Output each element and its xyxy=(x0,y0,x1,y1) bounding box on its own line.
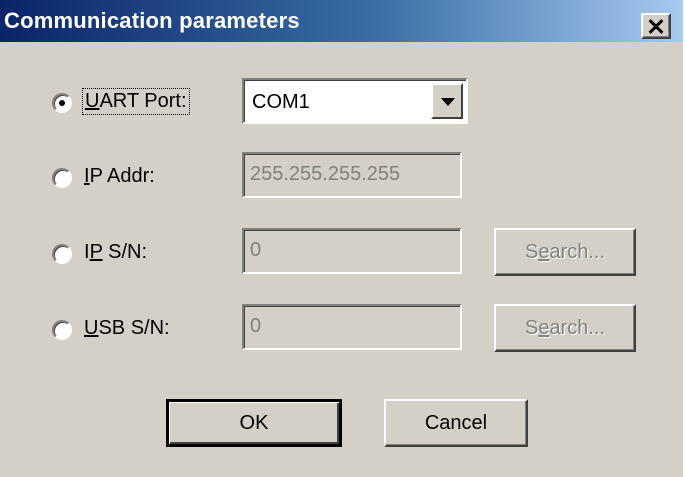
ip-sn-search-button[interactable]: Search... xyxy=(494,228,636,276)
ip-sn-row: IP S/N: 0 Search... xyxy=(0,228,686,288)
dialog-title: Communication parameters xyxy=(4,8,300,33)
uart-port-row: UART Port: COM1 xyxy=(0,76,686,136)
usb-sn-value: 0 xyxy=(250,315,262,337)
ip-addr-value: 255.255.255.255 xyxy=(250,163,401,185)
chevron-down-icon xyxy=(441,98,455,106)
ip-addr-row: IP Addr: 255.255.255.255 xyxy=(0,152,686,212)
usb-sn-field[interactable]: 0 xyxy=(242,304,462,350)
dropdown-button[interactable] xyxy=(431,83,463,119)
usb-sn-search-button[interactable]: Search... xyxy=(494,304,636,352)
ok-button[interactable]: OK xyxy=(166,399,342,447)
ip-addr-field[interactable]: 255.255.255.255 xyxy=(242,152,462,198)
ip-addr-label[interactable]: IP Addr: xyxy=(84,165,155,188)
radio-selected-dot xyxy=(59,100,65,106)
usb-sn-radio[interactable] xyxy=(52,320,72,340)
close-icon[interactable] xyxy=(641,13,671,39)
ip-sn-label[interactable]: IP S/N: xyxy=(84,241,147,264)
ip-sn-radio[interactable] xyxy=(52,244,72,264)
com-port-value: COM1 xyxy=(252,91,310,113)
uart-port-label[interactable]: UART Port: xyxy=(82,88,190,115)
title-bar[interactable]: Communication parameters xyxy=(0,0,683,42)
ip-addr-radio[interactable] xyxy=(52,168,72,188)
uart-port-radio[interactable] xyxy=(52,93,72,113)
cancel-button[interactable]: Cancel xyxy=(384,399,528,447)
usb-sn-label[interactable]: USB S/N: xyxy=(84,317,170,340)
usb-sn-row: USB S/N: 0 Search... xyxy=(0,304,686,364)
ip-sn-value: 0 xyxy=(250,239,262,261)
communication-parameters-dialog: Communication parameters UART Port: COM1… xyxy=(0,0,686,477)
ip-sn-field[interactable]: 0 xyxy=(242,228,462,274)
com-port-select[interactable]: COM1 xyxy=(242,78,468,124)
